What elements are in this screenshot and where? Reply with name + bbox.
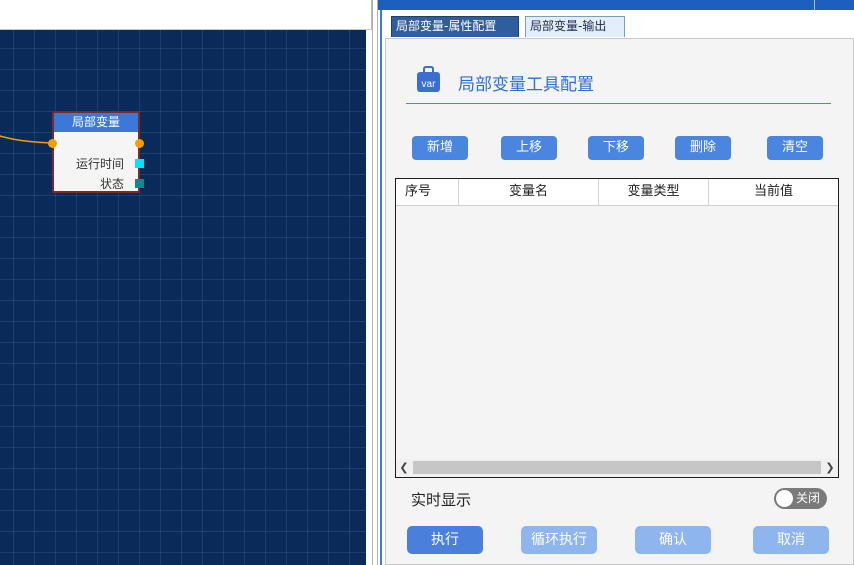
toggle-knob <box>776 490 793 507</box>
table-header: 序号 变量名 变量类型 当前值 <box>396 179 838 206</box>
scroll-right-icon[interactable]: ❯ <box>822 459 838 477</box>
realtime-display-label: 实时显示 <box>411 491 472 509</box>
column-header-value[interactable]: 当前值 <box>709 179 838 205</box>
clear-button[interactable]: 清空 <box>767 136 823 160</box>
variable-icon-text: var <box>422 79 437 90</box>
scroll-left-icon[interactable]: ❮ <box>396 459 412 477</box>
column-header-index[interactable]: 序号 <box>396 179 459 205</box>
runtime-port[interactable] <box>135 159 144 168</box>
move-down-button[interactable]: 下移 <box>588 136 644 160</box>
tab-output[interactable]: 局部变量-输出 <box>525 16 625 37</box>
status-port[interactable] <box>135 179 144 188</box>
column-header-name[interactable]: 变量名 <box>459 179 599 205</box>
node-output-status: 状态 <box>99 177 124 191</box>
horizontal-scrollbar[interactable]: ❮ ❯ <box>396 459 838 477</box>
node-input-port[interactable] <box>48 139 57 148</box>
node-output-port[interactable] <box>135 139 144 148</box>
panel-title: 局部变量工具配置 <box>458 75 594 95</box>
delete-button[interactable]: 删除 <box>675 136 731 160</box>
title-divider <box>406 103 831 104</box>
variable-icon: var <box>417 66 440 92</box>
execute-button[interactable]: 执行 <box>407 526 483 554</box>
node-title: 局部变量 <box>54 113 138 132</box>
local-variable-node[interactable]: 局部变量 运行时间 状态 <box>48 111 144 193</box>
scrollbar-thumb[interactable] <box>413 461 821 474</box>
loop-execute-button[interactable]: 循环执行 <box>521 526 597 554</box>
canvas-top-bar <box>0 0 372 30</box>
panel-edge <box>380 10 382 565</box>
realtime-toggle[interactable]: 关闭 <box>774 488 827 509</box>
column-header-type[interactable]: 变量类型 <box>599 179 709 205</box>
toggle-label: 关闭 <box>796 491 821 505</box>
panel-title-bar <box>378 0 854 10</box>
variable-table[interactable]: 序号 变量名 变量类型 当前值 ❮ ❯ <box>395 178 839 478</box>
confirm-button[interactable]: 确认 <box>635 526 711 554</box>
move-up-button[interactable]: 上移 <box>501 136 557 160</box>
tab-property-config[interactable]: 局部变量-属性配置 <box>391 16 519 37</box>
cancel-button[interactable]: 取消 <box>753 526 829 554</box>
add-button[interactable]: 新增 <box>412 136 468 160</box>
connection-wire <box>0 135 53 144</box>
title-bar-mark <box>814 0 815 10</box>
node-output-runtime: 运行时间 <box>75 157 124 171</box>
